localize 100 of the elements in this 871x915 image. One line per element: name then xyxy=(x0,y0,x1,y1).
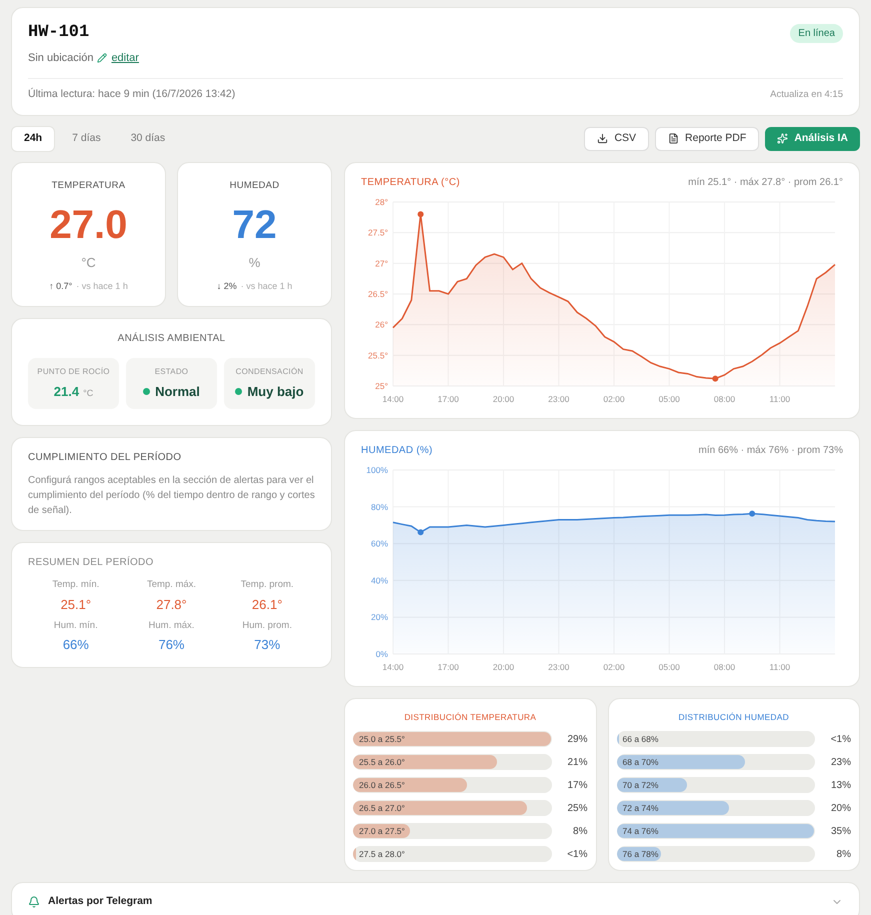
bar-percent: 25% xyxy=(566,802,588,816)
x-tick-label: 23:00 xyxy=(548,662,570,672)
y-tick-label: 27.5° xyxy=(368,227,388,238)
location-text: Sin ubicación xyxy=(28,50,94,66)
y-tick-label: 26.5° xyxy=(368,288,388,298)
x-tick-label: 08:00 xyxy=(714,394,736,404)
delta-note: · vs hace 1 h xyxy=(76,280,128,294)
bar-label: 25.5 a 26.0° xyxy=(359,756,405,769)
x-tick-label: 11:00 xyxy=(769,662,790,672)
bar-percent: 8% xyxy=(836,848,851,862)
refresh-countdown: Actualiza en 4:15 xyxy=(770,88,843,102)
bar-label: 76 a 78% xyxy=(622,848,658,861)
device-title: HW-101 xyxy=(28,22,90,44)
chart-stats: mín 25.1° · máx 27.8° · prom 26.1° xyxy=(688,176,843,190)
x-tick-label: 05:00 xyxy=(658,394,680,404)
card-title: ANÁLISIS AMBIENTAL xyxy=(116,331,226,346)
bar-label: 27.0 a 27.5° xyxy=(359,825,405,838)
summary-label: Temp. mín. xyxy=(52,578,100,592)
last-reading-text: Última lectura: hace 9 min (16/7/2026 13:42) xyxy=(28,87,236,102)
bar-percent: <1% xyxy=(830,732,851,747)
y-tick-label: 40% xyxy=(370,574,388,585)
y-tick-label: 27° xyxy=(375,258,388,268)
y-tick-label: 0% xyxy=(376,648,388,658)
summary-value: 76% xyxy=(158,636,184,654)
reading-unit: °C xyxy=(81,254,96,272)
sparkle-icon xyxy=(777,133,788,144)
chart-stats: mín 66% · máx 76% · prom 73% xyxy=(698,444,843,458)
delta-value: ↑ 0.7° xyxy=(49,280,72,294)
card-title: RESUMEN DEL PERÍODO xyxy=(28,555,155,570)
x-tick-label: 08:00 xyxy=(714,662,736,672)
bar-label: 72 a 74% xyxy=(622,802,658,815)
y-tick-label: 60% xyxy=(370,538,388,548)
x-tick-label: 14:00 xyxy=(382,394,404,404)
card-title: DISTRIBUCIÓN TEMPERATURA xyxy=(403,710,538,724)
y-tick-label: 20% xyxy=(370,612,388,622)
summary-value: 25.1° xyxy=(60,596,92,614)
bar-percent: 23% xyxy=(830,756,851,770)
range-tab[interactable]: 24h xyxy=(11,126,56,152)
edit-link[interactable]: editar xyxy=(111,50,139,66)
x-tick-label: 20:00 xyxy=(492,662,514,672)
bar-label: 25.0 a 25.5° xyxy=(359,733,405,746)
y-tick-label: 100% xyxy=(366,464,388,474)
download-icon xyxy=(597,133,608,144)
bar-label: 66 a 68% xyxy=(622,733,658,746)
reading-label: HUMEDAD xyxy=(230,178,280,192)
pencil-icon xyxy=(97,52,108,63)
action-button[interactable]: Análisis IA xyxy=(765,126,860,151)
bar-label: 26.5 a 27.0° xyxy=(359,802,405,815)
status-badge: En línea xyxy=(790,24,843,43)
y-tick-label: 25° xyxy=(375,380,388,390)
tile-label: CONDENSACIÓN xyxy=(236,366,304,378)
summary-value: 66% xyxy=(62,636,89,654)
reading-value: 27.0 xyxy=(50,204,128,245)
summary-label: Hum. mín. xyxy=(54,619,98,633)
summary-label: Temp. prom. xyxy=(240,578,294,592)
card-title: DISTRIBUCIÓN HUMEDAD xyxy=(677,710,790,724)
reading-unit: % xyxy=(248,254,260,272)
y-tick-label: 25.5° xyxy=(368,350,388,360)
bar-label: 70 a 72% xyxy=(622,779,658,792)
summary-label: Hum. máx. xyxy=(148,619,194,633)
compliance-text: Configurá rangos aceptables en la sección de alertas para ver el cumplimiento del período (% del tiempo dentro de rango y cortes de señal). xyxy=(28,474,315,518)
y-tick-label: 80% xyxy=(370,501,388,512)
bar-percent: 21% xyxy=(566,756,588,770)
tile-unit: °C xyxy=(83,386,94,400)
max-marker xyxy=(749,510,756,516)
summary-value: 26.1° xyxy=(252,596,282,614)
reading-label: TEMPERATURA xyxy=(52,178,126,192)
card-title: CUMPLIMIENTO DEL PERÍODO xyxy=(28,450,182,466)
chart-title: HUMEDAD (%) xyxy=(361,444,433,458)
x-tick-label: 17:00 xyxy=(438,662,459,672)
range-tab[interactable]: 7 días xyxy=(59,126,114,152)
document-icon xyxy=(668,133,680,144)
min-marker xyxy=(418,528,424,535)
tile-label: PUNTO DE ROCÍO xyxy=(37,366,110,378)
bar-percent: 20% xyxy=(830,802,851,816)
x-tick-label: 17:00 xyxy=(438,394,459,404)
tile-value: Normal xyxy=(155,382,200,401)
alerts-title: Alertas por Telegram xyxy=(48,894,152,910)
reading-value: 72 xyxy=(232,204,277,245)
delta-note: · vs hace 1 h xyxy=(240,280,292,294)
action-button[interactable]: Reporte PDF xyxy=(655,126,760,151)
min-marker xyxy=(712,375,718,382)
tile-label: ESTADO xyxy=(154,366,188,378)
bar-percent: 29% xyxy=(566,732,588,747)
bar-percent: 8% xyxy=(572,824,588,839)
bar-label: 68 a 70% xyxy=(622,756,658,769)
delta-value: ↓ 2% xyxy=(216,280,237,294)
summary-label: Hum. prom. xyxy=(242,619,292,633)
range-tab[interactable]: 30 días xyxy=(118,126,178,152)
x-tick-label: 23:00 xyxy=(548,394,570,404)
tile-value: 21.4 xyxy=(54,382,80,401)
y-tick-label: 26° xyxy=(375,319,388,330)
x-tick-label: 20:00 xyxy=(492,394,514,404)
y-tick-label: 28° xyxy=(375,196,388,206)
x-tick-label: 05:00 xyxy=(658,662,680,672)
x-tick-label: 02:00 xyxy=(603,394,625,404)
bar-percent: 13% xyxy=(830,778,851,793)
x-tick-label: 11:00 xyxy=(769,394,790,404)
action-button[interactable]: CSV xyxy=(584,126,650,151)
alerts-panel[interactable]: Alertas por Telegram xyxy=(11,882,860,915)
